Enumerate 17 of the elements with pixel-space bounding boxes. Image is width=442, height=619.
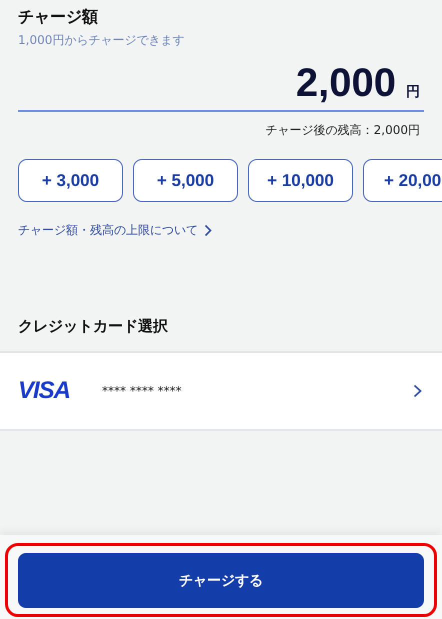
hint-text: 1,000円からチャージできます: [18, 32, 186, 49]
amount-value: 2,000: [296, 61, 396, 106]
amount-chip[interactable]: + 3,000: [18, 159, 123, 202]
card-row[interactable]: VISA **** **** ****: [0, 351, 442, 431]
chevron-icon: [204, 224, 212, 237]
limit-link[interactable]: チャージ額・残高の上限について: [18, 222, 212, 239]
card-brand: VISA: [18, 377, 72, 405]
section-title: チャージ額: [18, 6, 99, 28]
amount-chip[interactable]: + 5,000: [133, 159, 238, 202]
charge-button[interactable]: チャージする: [18, 553, 424, 608]
chevron-icon: [413, 384, 422, 398]
amount-chip[interactable]: + 20,00: [363, 159, 442, 202]
amount-chip[interactable]: + 10,000: [248, 159, 353, 202]
balance-text: チャージ後の残高：2,000円: [264, 122, 421, 139]
section-title: クレジットカード選択: [18, 316, 169, 337]
currency-unit: 円: [406, 83, 420, 101]
card-number: **** **** ****: [102, 384, 183, 398]
